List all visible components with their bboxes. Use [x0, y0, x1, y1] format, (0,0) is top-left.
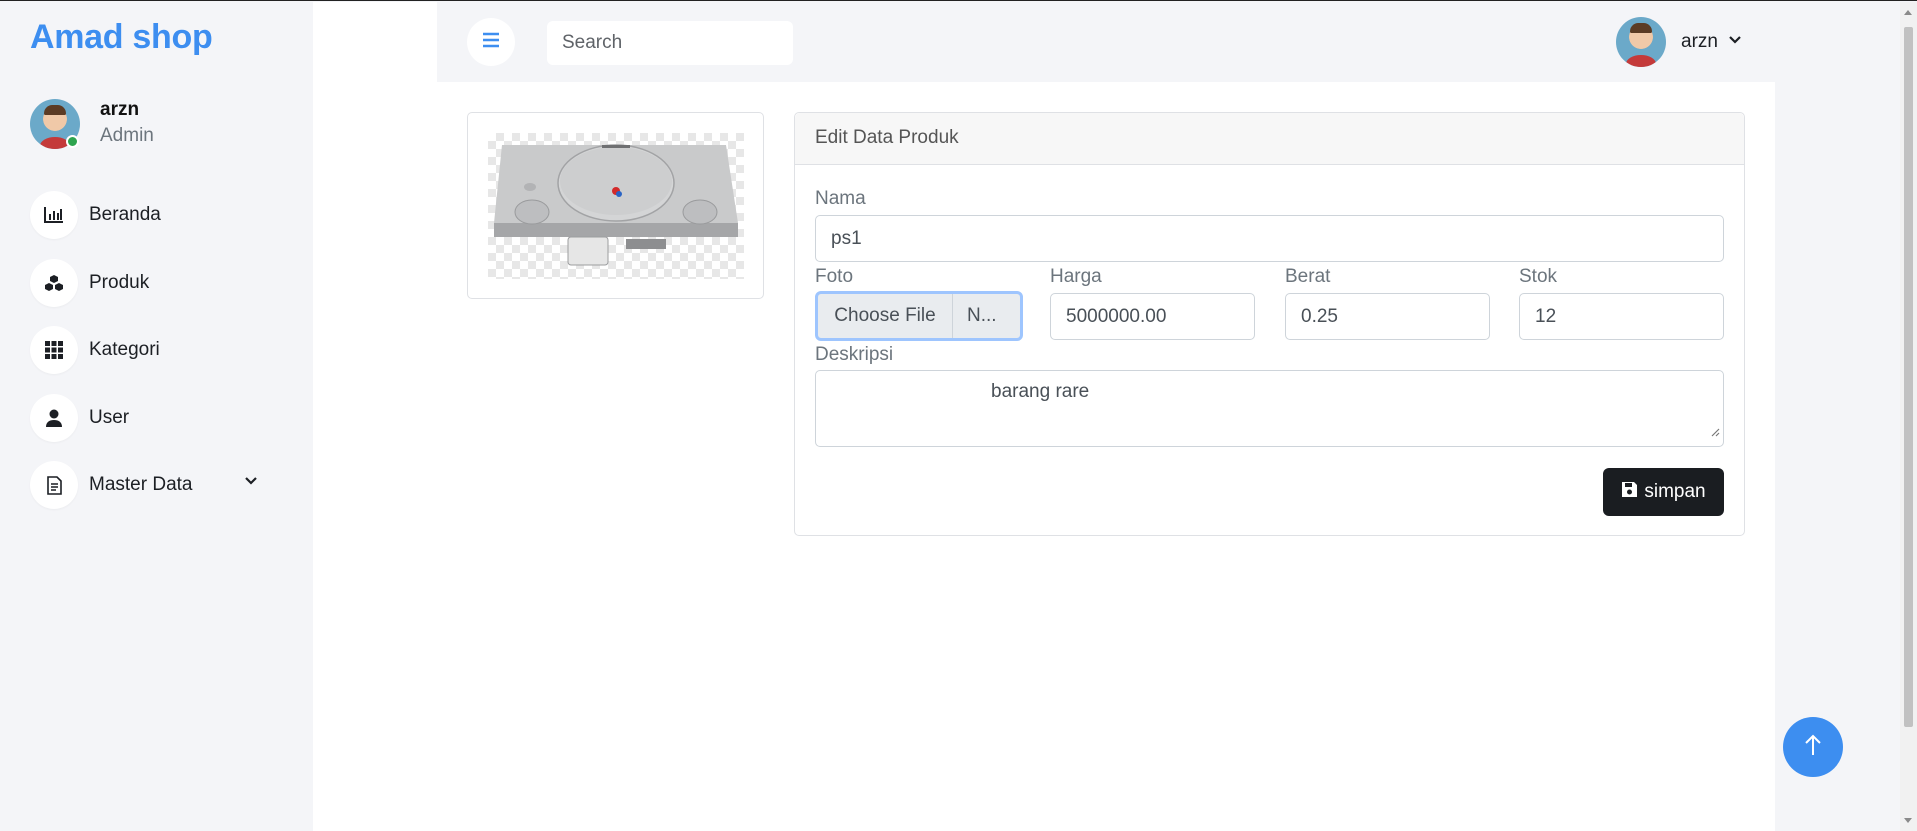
resize-grip-icon[interactable] [1710, 421, 1720, 443]
page-scrollbar[interactable] [1900, 2, 1917, 831]
right-gutter [1775, 2, 1900, 831]
online-status-dot [66, 135, 79, 148]
floppy-disk-icon [1621, 481, 1638, 504]
document-icon [30, 461, 78, 509]
profile-name: arzn [100, 99, 140, 120]
berat-label: Berat [1285, 266, 1331, 287]
sidebar-item-beranda[interactable]: Beranda [30, 190, 280, 240]
foto-label: Foto [815, 266, 854, 287]
brand-logo[interactable]: Amad shop [30, 18, 213, 57]
bar-chart-icon [30, 191, 78, 239]
scroll-down-arrow-icon[interactable] [1904, 818, 1912, 823]
hamburger-icon [482, 32, 500, 53]
stok-label: Stok [1519, 266, 1558, 287]
profile-role: Admin [100, 125, 154, 146]
form-title: Edit Data Produk [795, 113, 1744, 165]
chevron-down-icon [1728, 33, 1742, 52]
user-menu-name: arzn [1681, 31, 1718, 52]
grid-icon [30, 326, 78, 374]
harga-label: Harga [1050, 266, 1102, 287]
sidebar-item-label: User [89, 406, 130, 428]
save-button-label: simpan [1644, 481, 1706, 502]
sidebar-item-label: Kategori [89, 339, 160, 360]
topbar: arzn [437, 2, 1775, 82]
sidebar: Amad shop arzn Admin Beranda Produk Kate… [0, 2, 313, 831]
arrow-up-icon [1803, 733, 1823, 762]
deskripsi-label: Deskripsi [815, 344, 894, 365]
nama-label: Nama [815, 188, 866, 209]
sidebar-profile: arzn Admin [30, 99, 290, 151]
sidebar-item-produk[interactable]: Produk [30, 258, 280, 308]
menu-toggle-button[interactable] [467, 18, 515, 66]
person-icon [30, 393, 78, 442]
search-input[interactable] [547, 21, 793, 65]
chevron-down-icon[interactable] [244, 474, 258, 493]
stok-input[interactable]: 12 [1519, 293, 1724, 340]
user-menu[interactable]: arzn [1616, 17, 1742, 67]
file-name-text: N... [967, 305, 997, 326]
berat-input[interactable]: 0.25 [1285, 293, 1490, 340]
deskripsi-textarea[interactable]: barang rare [815, 370, 1724, 447]
scroll-thumb[interactable] [1904, 27, 1913, 727]
save-button[interactable]: simpan [1603, 468, 1724, 516]
sidebar-item-label: Produk [89, 271, 150, 293]
product-image [488, 133, 744, 279]
foto-file-input[interactable]: Choose File N... [815, 291, 1023, 341]
choose-file-button[interactable]: Choose File [818, 294, 953, 338]
playstation-console-image [494, 144, 738, 266]
nama-input[interactable]: ps1 [815, 215, 1724, 262]
avatar [1616, 17, 1666, 67]
sidebar-item-label: Beranda [89, 204, 161, 225]
boxes-icon [30, 258, 78, 307]
sidebar-item-label: Master Data [89, 474, 193, 495]
sidebar-item-master-data[interactable]: Master Data [30, 460, 280, 510]
scroll-to-top-button[interactable] [1783, 717, 1843, 777]
scroll-up-arrow-icon[interactable] [1904, 10, 1912, 15]
harga-input[interactable]: 5000000.00 [1050, 293, 1255, 340]
edit-product-form: Edit Data Produk Nama ps1 Foto Choose Fi… [794, 112, 1745, 536]
deskripsi-text: barang rare [991, 381, 1090, 402]
sidebar-item-kategori[interactable]: Kategori [30, 325, 280, 375]
sidebar-item-user[interactable]: User [30, 393, 280, 443]
product-image-card [467, 112, 764, 299]
sidebar-nav: Beranda Produk Kategori User Master Data [30, 190, 280, 528]
